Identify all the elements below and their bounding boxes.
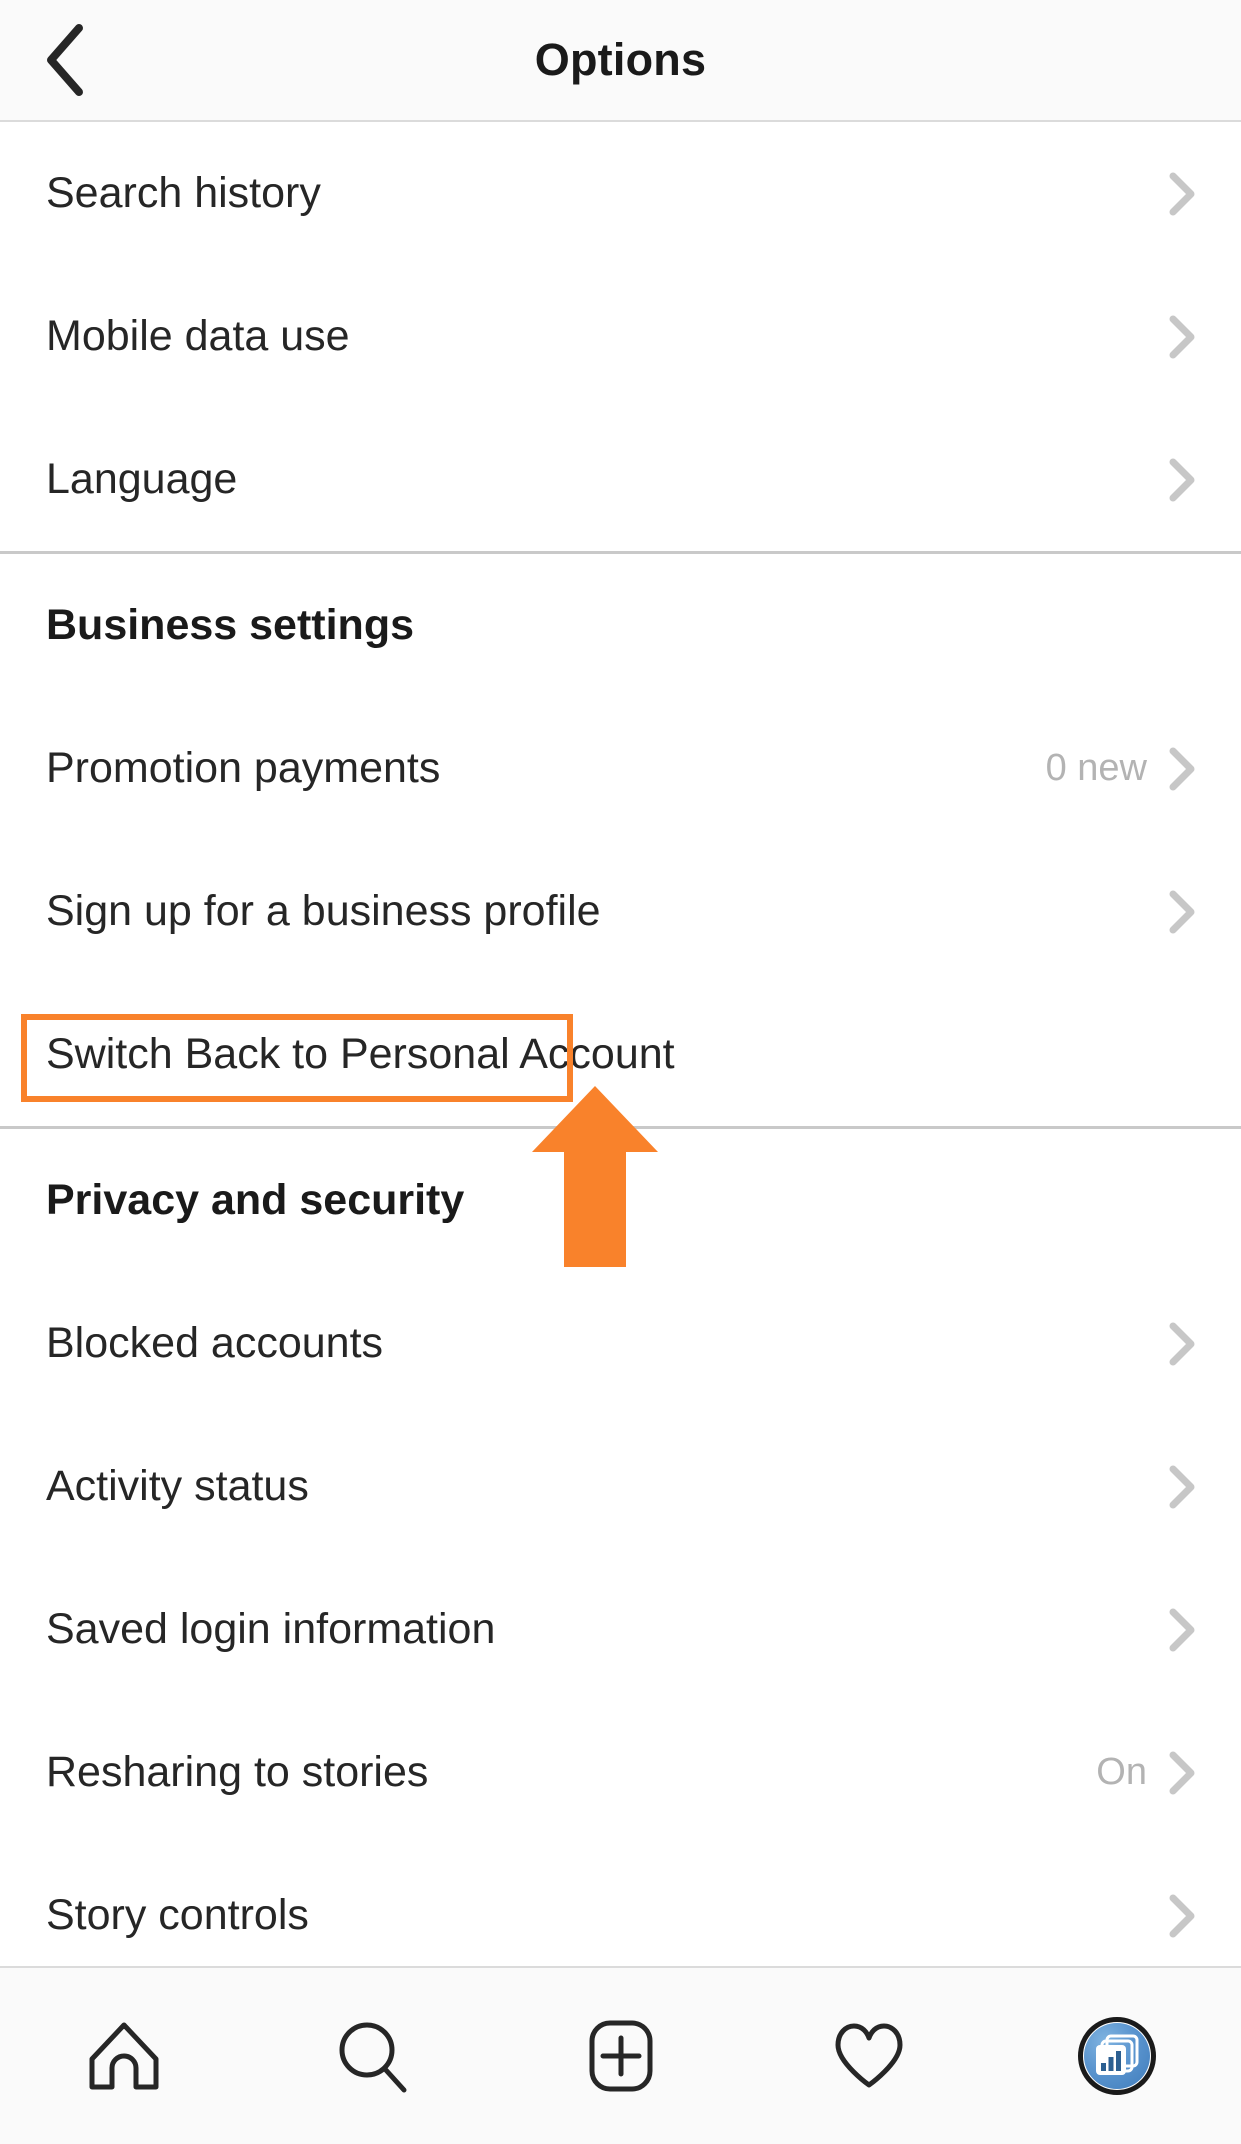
list-item-label: Search history [46,169,321,217]
list-item-label: Language [46,455,238,503]
list-item-saved-login-information[interactable]: Saved login information [0,1558,1241,1701]
list-item-accessory [1169,315,1195,359]
app-screen: Options Search history Mobile data use L… [0,0,1241,2144]
list-item-search-history[interactable]: Search history [0,122,1241,265]
list-item-label: Sign up for a business profile [46,887,601,935]
list-item-value: On [1096,1751,1147,1793]
list-item-accessory [1169,1322,1195,1366]
list-item-label: Switch Back to Personal Account [46,1030,675,1078]
list-item-blocked-accounts[interactable]: Blocked accounts [0,1272,1241,1415]
home-icon [84,2016,164,2096]
list-item-accessory [1169,890,1195,934]
search-icon [332,2016,412,2096]
list-item-label: Activity status [46,1462,309,1510]
bottom-tab-bar [0,1966,1241,2144]
list-item-sign-up-business-profile[interactable]: Sign up for a business profile [0,840,1241,983]
chevron-right-icon [1169,315,1195,358]
list-item-activity-status[interactable]: Activity status [0,1415,1241,1558]
list-item-promotion-payments[interactable]: Promotion payments 0 new [0,697,1241,840]
list-item-accessory [1169,1894,1195,1938]
list-item-switch-back-to-personal-account[interactable]: Switch Back to Personal Account [0,983,1241,1126]
chevron-right-icon [1169,1751,1195,1794]
list-item-label: Story controls [46,1891,309,1939]
section-heading-business-settings: Business settings [0,554,1241,697]
chevron-right-icon [1169,458,1195,501]
list-item-label: Promotion payments [46,744,441,792]
list-item-label: Mobile data use [46,312,350,360]
chevron-right-icon [1169,747,1195,790]
chevron-left-icon [41,22,87,98]
list-item-label: Saved login information [46,1605,496,1653]
tab-search[interactable] [248,1967,496,2144]
heart-icon [829,2016,909,2096]
chevron-right-icon [1169,890,1195,933]
avatar-image [1083,2023,1150,2089]
list-item-accessory [1169,172,1195,216]
profile-avatar-icon [1077,2017,1156,2095]
list-item-accessory [1169,1465,1195,1509]
list-item-value: 0 new [1045,747,1147,789]
plus-square-icon [581,2016,661,2096]
app-header: Options [0,0,1241,122]
tab-profile[interactable] [993,1967,1241,2144]
list-item-mobile-data-use[interactable]: Mobile data use [0,265,1241,408]
list-item-resharing-to-stories[interactable]: Resharing to stories On [0,1701,1241,1844]
chevron-right-icon [1169,1465,1195,1508]
bar-chart-icon [1095,2034,1139,2075]
page-title: Options [534,34,707,85]
section-heading-label: Privacy and security [46,1176,465,1224]
list-item-accessory [1169,1608,1195,1652]
section-heading-label: Business settings [46,601,414,649]
section-heading-privacy-and-security: Privacy and security [0,1129,1241,1272]
tab-home[interactable] [0,1967,248,2144]
tab-activity[interactable] [745,1967,993,2144]
back-button[interactable] [18,14,110,106]
list-item-language[interactable]: Language [0,408,1241,551]
chevron-right-icon [1169,1322,1195,1365]
list-item-accessory: On [1096,1751,1195,1795]
tab-create[interactable] [496,1967,744,2144]
list-item-label: Resharing to stories [46,1748,429,1796]
chevron-right-icon [1169,172,1195,215]
list-item-accessory [1169,458,1195,502]
list-item-label: Blocked accounts [46,1319,384,1367]
list-item-accessory: 0 new [1046,747,1195,791]
chevron-right-icon [1169,1894,1195,1937]
settings-list: Search history Mobile data use Language [0,122,1241,1987]
chevron-right-icon [1169,1608,1195,1651]
